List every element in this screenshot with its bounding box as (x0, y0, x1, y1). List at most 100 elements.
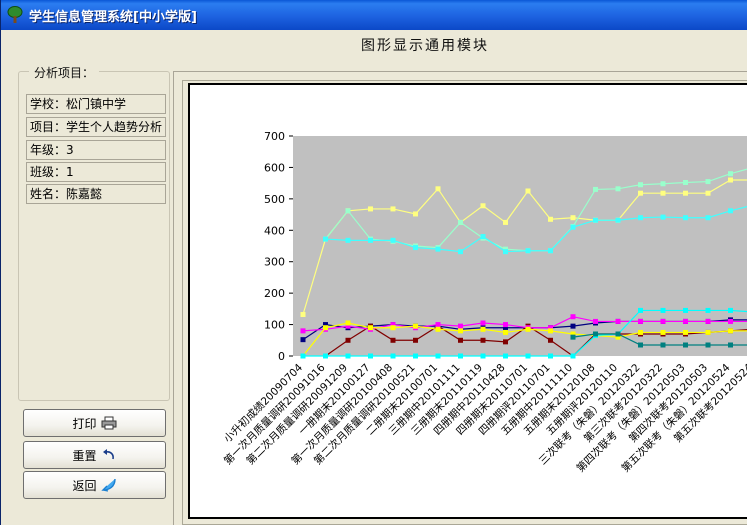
data-point (593, 318, 598, 324)
data-point (728, 318, 733, 324)
data-point (548, 328, 553, 334)
data-point (458, 219, 463, 225)
name-field: 姓名：陈嘉懿 (26, 184, 166, 204)
data-point (683, 190, 688, 196)
data-point (503, 353, 508, 359)
data-point (525, 326, 531, 332)
data-point (570, 353, 576, 359)
data-point (525, 353, 531, 359)
y-tick-label: 500 (264, 193, 285, 206)
data-point (728, 307, 733, 313)
data-point (435, 322, 441, 328)
data-point (323, 236, 328, 242)
undo-arrow-icon (102, 449, 114, 460)
data-point (413, 323, 418, 329)
data-point (660, 342, 666, 348)
data-point (548, 216, 553, 222)
data-point (503, 322, 508, 328)
data-point (570, 215, 576, 221)
y-tick-label: 600 (264, 161, 285, 174)
back-button[interactable]: 返回 (23, 471, 166, 499)
data-point (525, 248, 531, 254)
data-point (593, 186, 598, 192)
reset-button-label: 重置 (72, 448, 97, 463)
grade-field: 年级：3 (26, 140, 166, 160)
data-point (390, 325, 396, 331)
data-point (705, 307, 711, 313)
data-point (548, 353, 553, 359)
data-point (480, 337, 486, 343)
tree-icon (7, 6, 23, 23)
main-panel: 图形显示通用模块 分析项目： 学校：松门镇中学 项目：学生个人趋势分析 年级：3… (1, 30, 747, 525)
data-point (683, 307, 688, 313)
data-point (638, 318, 643, 324)
data-point (435, 326, 441, 332)
data-point (323, 353, 328, 359)
school-field: 学校：松门镇中学 (26, 94, 166, 114)
print-button-label: 打印 (72, 416, 97, 431)
data-point (390, 237, 396, 243)
data-point (548, 248, 553, 254)
data-point (345, 320, 351, 326)
data-point (413, 353, 418, 359)
data-point (660, 329, 666, 335)
data-point (683, 180, 688, 186)
item-field: 项目：学生个人趋势分析 (26, 117, 166, 137)
data-point (300, 353, 306, 359)
data-point (705, 342, 711, 348)
data-point (570, 224, 576, 230)
trend-chart: 0100200300400500600700小升初成绩20090704第一次月质… (221, 130, 747, 475)
data-point (503, 219, 508, 225)
data-point (728, 328, 733, 334)
data-point (615, 318, 621, 324)
data-point (480, 234, 486, 240)
data-point (638, 215, 643, 221)
data-point (390, 353, 396, 359)
data-point (503, 249, 508, 255)
data-point (458, 353, 463, 359)
data-point (345, 237, 351, 243)
data-point (458, 323, 463, 329)
data-point (345, 208, 351, 214)
print-button[interactable]: 打印 (23, 409, 166, 437)
back-button-label: 返回 (72, 478, 97, 493)
reset-button[interactable]: 重置 (23, 441, 166, 469)
data-point (458, 337, 463, 343)
data-point (615, 186, 621, 192)
data-point (480, 353, 486, 359)
data-point (368, 353, 373, 359)
data-point (615, 217, 621, 223)
data-point (570, 334, 576, 340)
printer-icon (101, 416, 116, 430)
data-point (345, 337, 351, 343)
data-point (705, 190, 711, 196)
data-point (728, 208, 733, 214)
data-point (570, 323, 576, 329)
plot-area (293, 136, 747, 356)
data-point (638, 190, 643, 196)
data-point (638, 307, 643, 313)
data-point (615, 331, 621, 337)
data-point (480, 320, 486, 326)
data-point (435, 186, 441, 192)
data-point (638, 329, 643, 335)
data-point (638, 182, 643, 188)
data-point (503, 329, 508, 335)
data-point (413, 245, 418, 251)
data-point (435, 246, 441, 252)
data-point (593, 331, 598, 337)
data-point (705, 215, 711, 221)
data-point (435, 353, 441, 359)
title-bar[interactable]: 学生信息管理系统[中小学版] (1, 0, 747, 30)
data-point (368, 237, 373, 243)
chart-canvas: 0 100 200 300 400 500 600 700 小升初成绩20090704 第一次月质… (188, 83, 747, 519)
data-point (413, 337, 418, 343)
data-point (728, 342, 733, 348)
y-tick-label: 0 (278, 350, 285, 363)
data-point (458, 328, 463, 334)
data-point (503, 339, 508, 345)
data-point (300, 337, 306, 343)
data-point (728, 171, 733, 177)
data-point (705, 179, 711, 185)
data-point (660, 181, 666, 187)
